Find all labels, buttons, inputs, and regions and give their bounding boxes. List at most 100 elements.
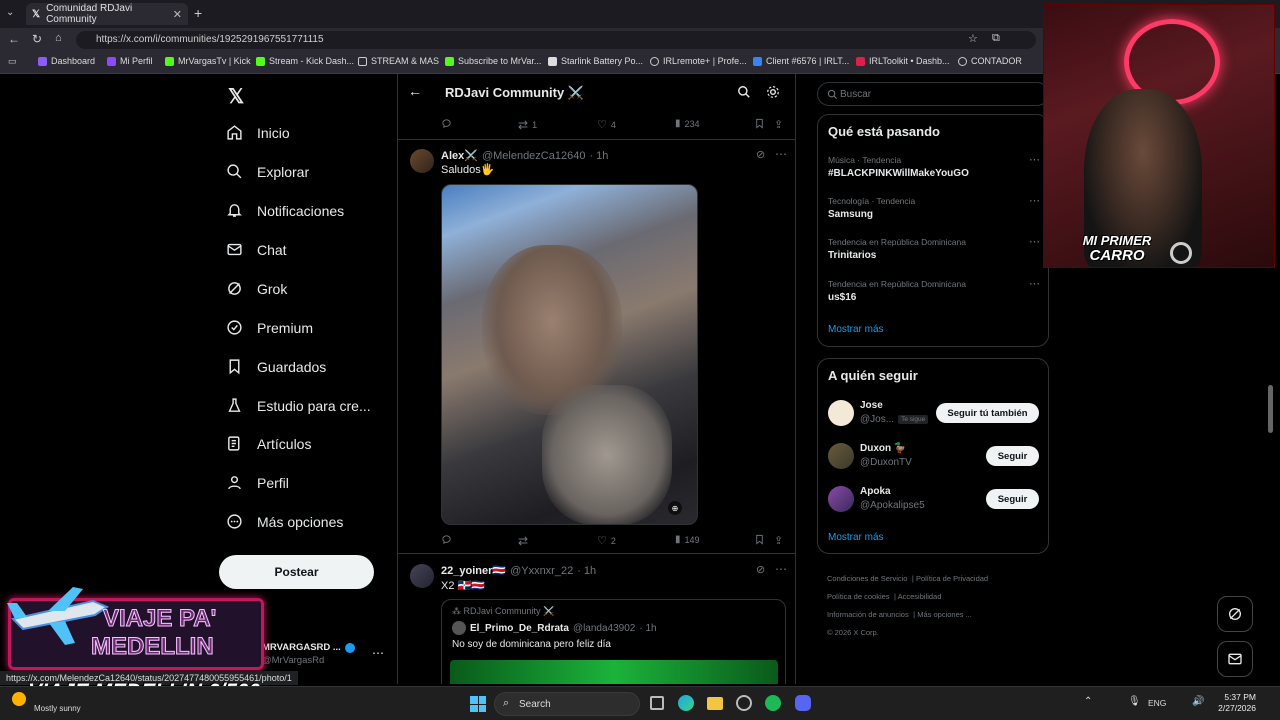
nav-explore[interactable]: Explorar	[226, 163, 309, 180]
trend-item[interactable]: Tendencia en República Dominicana Trinit…	[828, 235, 1040, 261]
nav-articles[interactable]: Artículos	[226, 435, 311, 452]
bookmark-stream-mas[interactable]: STREAM & MAS	[358, 56, 439, 66]
extensions-icon[interactable]: ⧉	[992, 32, 1000, 45]
share-button[interactable]: ⇪	[774, 534, 783, 547]
nav-creator-studio[interactable]: Estudio para cre...	[226, 397, 371, 414]
taskbar-search[interactable]: ⌕ Search	[494, 692, 640, 716]
trend-item[interactable]: Tecnología · Tendencia Samsung ⋯	[828, 195, 1040, 220]
x-logo-icon[interactable]: 𝕏	[228, 84, 244, 109]
grok-icon[interactable]: ⊘	[756, 148, 765, 161]
share-button[interactable]: ⇪	[774, 118, 783, 131]
bookmark-irltoolkit[interactable]: IRLToolkit • Dashb...	[856, 56, 950, 66]
post-yoiner[interactable]: 22_yoiner🇨🇷 @Yxxnxr_22 · 1h ⊘ ⋯ X2 🇩🇴🇨🇷 …	[398, 556, 795, 684]
bookmark-starlink[interactable]: Starlink Battery Po...	[548, 56, 643, 66]
footer-link[interactable]: Política de Privacidad	[916, 574, 988, 583]
trend-item[interactable]: Música · Tendencia #BLACKPINKWillMakeYou…	[828, 153, 1040, 179]
nav-grok[interactable]: Grok	[226, 280, 287, 297]
post-author-handle[interactable]: @MelendezCa12640	[482, 150, 586, 162]
bookmarks-menu-icon[interactable]: ▭	[8, 56, 17, 67]
bookmark-kick[interactable]: MrVargasTv | Kick	[165, 56, 251, 66]
account-switcher[interactable]: MRVARGASRD ... @MrVargasRd ⋯	[262, 642, 387, 672]
post-time[interactable]: · 1h	[589, 150, 608, 162]
reload-icon[interactable]: ↻	[32, 32, 42, 46]
messages-floating-button[interactable]	[1217, 641, 1253, 677]
footer-link[interactable]: Más opciones ...	[917, 610, 972, 619]
post-author-name[interactable]: Alex⚔️	[441, 149, 478, 162]
start-button[interactable]	[470, 696, 486, 712]
close-tab-icon[interactable]: ✕	[173, 8, 182, 21]
volume-icon[interactable]: 🔊	[1192, 696, 1204, 707]
like-button[interactable]: ♡ 2	[597, 534, 616, 547]
nav-premium[interactable]: Premium	[226, 319, 313, 336]
nav-chat[interactable]: Chat	[226, 241, 287, 258]
app-icon[interactable]	[736, 695, 752, 711]
footer-link[interactable]: Condiciones de Servicio	[827, 574, 907, 583]
footer-link[interactable]: Información de anuncios	[827, 610, 909, 619]
bookmark-client[interactable]: Client #6576 | IRLT...	[753, 56, 849, 66]
weather-widget[interactable]: Mostly sunny	[10, 691, 120, 717]
quoted-media[interactable]	[450, 660, 778, 684]
quoted-post[interactable]: ⁂ RDJavi Community ⚔️ El_Primo_De_Rdrata…	[441, 599, 786, 684]
url-field[interactable]: https://x.com/i/communities/192529196755…	[76, 31, 1036, 49]
media-tag-icon[interactable]: ⊕	[668, 501, 682, 515]
file-explorer-icon[interactable]	[707, 697, 723, 710]
grok-icon[interactable]: ⊘	[756, 563, 765, 576]
more-icon[interactable]: ⋯	[775, 147, 787, 161]
favorite-star-icon[interactable]: ☆	[968, 32, 978, 45]
reply-button[interactable]	[441, 118, 452, 129]
new-tab-icon[interactable]: +	[194, 5, 202, 21]
bookmark-mi-perfil[interactable]: Mi Perfil	[107, 56, 153, 66]
show-more-link[interactable]: Mostrar más	[828, 324, 884, 335]
bookmark-button[interactable]	[754, 118, 765, 129]
views-button[interactable]: ▮ 149	[675, 534, 700, 545]
follow-suggestion[interactable]: Apoka @Apokalipse5 Seguir	[828, 485, 1040, 513]
edge-icon[interactable]	[678, 695, 694, 711]
nav-more[interactable]: Más opciones	[226, 513, 343, 530]
reply-button[interactable]	[441, 534, 452, 545]
post-time[interactable]: · 1h	[577, 565, 596, 577]
task-view-icon[interactable]	[650, 696, 664, 710]
more-icon[interactable]: ⋯	[775, 562, 787, 576]
views-button[interactable]: ▮ 234	[675, 118, 700, 129]
discord-icon[interactable]	[795, 695, 811, 711]
back-icon[interactable]: ←	[8, 32, 20, 46]
bookmark-dashboard[interactable]: Dashboard	[38, 56, 95, 66]
follow-suggestion[interactable]: Duxon 🦆 @DuxonTV Seguir	[828, 442, 1040, 470]
bookmark-irlremote[interactable]: IRLremote+ | Profe...	[650, 56, 747, 66]
show-more-link[interactable]: Mostrar más	[828, 532, 884, 543]
follow-back-button[interactable]: Seguir tú también	[936, 403, 1039, 423]
avatar[interactable]	[410, 564, 434, 588]
nav-notifications[interactable]: Notificaciones	[226, 202, 344, 219]
post-author-name[interactable]: 22_yoiner🇨🇷	[441, 564, 506, 577]
bookmark-subscribe[interactable]: Subscribe to MrVar...	[445, 56, 541, 66]
microphone-icon[interactable]: 🎙	[1128, 696, 1141, 707]
bookmark-contador[interactable]: CONTADOR	[958, 56, 1022, 66]
more-icon[interactable]: ⋯	[1029, 277, 1040, 290]
home-icon[interactable]: ⌂	[55, 32, 62, 44]
nav-bookmarks[interactable]: Guardados	[226, 358, 326, 375]
post-alex[interactable]: Alex⚔️ @MelendezCa12640 · 1h ⊘ ⋯ Saludos…	[398, 141, 795, 554]
follow-button[interactable]: Seguir	[986, 446, 1039, 466]
post-author-handle[interactable]: @Yxxnxr_22	[510, 565, 573, 577]
bookmark-button[interactable]	[754, 534, 765, 545]
post-photo[interactable]: ⊕	[441, 184, 698, 525]
gear-icon[interactable]	[766, 85, 780, 99]
language-indicator[interactable]: ENG	[1148, 698, 1166, 708]
back-arrow-icon[interactable]: ←	[408, 83, 422, 99]
browser-tab[interactable]: 𝕏 Comunidad RDJavi Community ✕	[26, 3, 188, 25]
grok-floating-button[interactable]	[1217, 596, 1253, 632]
more-icon[interactable]: ⋯	[372, 646, 384, 660]
bookmark-stream-kick[interactable]: Stream - Kick Dash...	[256, 56, 354, 66]
tray-chevron-icon[interactable]: ⌃	[1084, 696, 1092, 707]
more-icon[interactable]: ⋯	[1029, 235, 1040, 248]
trend-item[interactable]: Tendencia en República Dominicana us$16 …	[828, 277, 1040, 303]
follow-button[interactable]: Seguir	[986, 489, 1039, 509]
search-box[interactable]: Buscar	[817, 82, 1049, 106]
avatar[interactable]	[410, 149, 434, 173]
like-button[interactable]: ♡ 4	[597, 118, 616, 131]
page-scrollbar[interactable]	[1268, 385, 1273, 433]
footer-link[interactable]: Accesibilidad	[898, 592, 942, 601]
more-icon[interactable]: ⋯	[1029, 153, 1040, 166]
post-button[interactable]: Postear	[219, 555, 374, 589]
clock[interactable]: 5:37 PM 2/27/2026	[1212, 692, 1256, 714]
